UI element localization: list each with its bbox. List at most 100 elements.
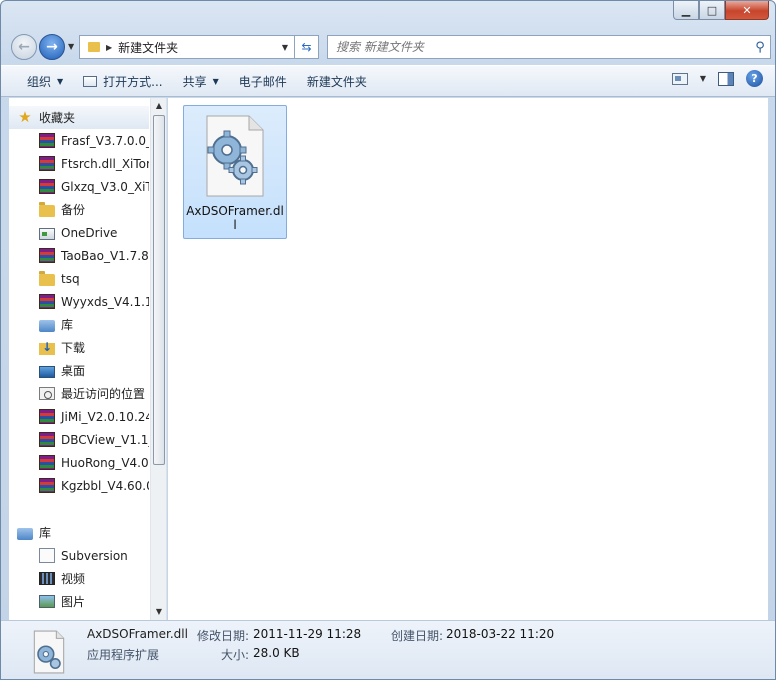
file-item[interactable]: AxDSOFramer.dll bbox=[183, 105, 287, 239]
nav-item[interactable]: Wyyxds_V4.1.1. bbox=[9, 290, 149, 313]
minimize-button[interactable]: ▁ bbox=[673, 1, 699, 20]
back-arrow-icon: ← bbox=[18, 39, 30, 55]
search-input[interactable] bbox=[328, 40, 750, 54]
nav-item[interactable]: Ftsrch.dll_XiTon bbox=[9, 152, 149, 175]
navigation-bar: ← → ▼ ▶ 新建文件夹 ▼ ⇆ ⚲ bbox=[9, 33, 771, 61]
nav-item[interactable]: TaoBao_V1.7.8. bbox=[9, 244, 149, 267]
folder-icon bbox=[39, 201, 55, 217]
nav-item[interactable]: 视频 bbox=[9, 567, 149, 590]
details-file-type: 应用程序扩展 bbox=[87, 648, 160, 662]
nav-item[interactable]: 下载 bbox=[9, 336, 149, 359]
back-button[interactable]: ← bbox=[11, 34, 37, 60]
nav-libraries[interactable]: 库 bbox=[9, 521, 149, 544]
search-box[interactable]: ⚲ bbox=[327, 35, 771, 59]
nav-item-label: 最近访问的位置 bbox=[61, 387, 146, 401]
new-folder-button[interactable]: 新建文件夹 bbox=[297, 69, 377, 93]
dll-settings-file-icon bbox=[206, 115, 264, 197]
email-label: 电子邮件 bbox=[238, 74, 287, 89]
nav-item[interactable]: HuoRong_V4.0. bbox=[9, 451, 149, 474]
help-icon[interactable]: ? bbox=[746, 70, 763, 87]
close-button[interactable]: ✕ bbox=[725, 1, 769, 20]
address-dropdown-icon[interactable]: ▼ bbox=[282, 43, 288, 52]
details-pane: AxDSOFramer.dll 应用程序扩展 修改日期: 2011-11-29 … bbox=[1, 620, 775, 679]
nav-item-label: JiMi_V2.0.10.24_ bbox=[61, 409, 149, 424]
nav-item[interactable]: 图片 bbox=[9, 590, 149, 613]
scrollbar-thumb[interactable] bbox=[153, 115, 165, 465]
rar-archive-icon bbox=[39, 179, 55, 194]
navigation-pane: ★ 收藏夹 Frasf_V3.7.0.0_X Ftsrch.dll_XiTon Gl… bbox=[9, 98, 167, 620]
recent-places-icon bbox=[39, 387, 55, 400]
view-options-dropdown-icon[interactable]: ▼ bbox=[700, 74, 706, 83]
scroll-up-icon[interactable]: ▲ bbox=[151, 98, 166, 114]
nav-item[interactable]: 库 bbox=[9, 313, 149, 336]
search-icon[interactable]: ⚲ bbox=[750, 40, 770, 55]
recent-pages-dropdown[interactable]: ▼ bbox=[68, 42, 74, 51]
maximize-button[interactable]: □ bbox=[699, 1, 725, 20]
minimize-icon: ▁ bbox=[681, 3, 691, 17]
library-icon bbox=[39, 319, 55, 332]
nav-item[interactable]: JiMi_V2.0.10.24_ bbox=[9, 405, 149, 428]
share-dropdown-icon: ▼ bbox=[212, 76, 219, 86]
rar-archive-icon bbox=[39, 409, 55, 424]
nav-item-label: Glxzq_V3.0_XiTo bbox=[61, 179, 149, 194]
rar-archive-icon bbox=[39, 432, 55, 447]
new-folder-label: 新建文件夹 bbox=[306, 74, 367, 89]
preview-pane-icon[interactable] bbox=[718, 71, 734, 86]
organize-button[interactable]: 组织 ▼ bbox=[17, 69, 73, 93]
address-bar[interactable]: ▶ 新建文件夹 ▼ bbox=[79, 35, 295, 59]
nav-item-label: 下载 bbox=[61, 341, 86, 355]
nav-libraries-label: 库 bbox=[39, 526, 52, 540]
scroll-down-icon[interactable]: ▼ bbox=[151, 604, 166, 620]
file-name: AxDSOFramer.dll bbox=[186, 204, 284, 232]
email-button[interactable]: 电子邮件 bbox=[229, 69, 297, 93]
nav-item[interactable]: Kgzbbl_V4.60.0 bbox=[9, 474, 149, 497]
folder-icon bbox=[39, 270, 55, 286]
rar-archive-icon bbox=[39, 248, 55, 263]
nav-item-label: DBCView_V1.1_ bbox=[61, 432, 149, 447]
drive-icon bbox=[39, 227, 55, 240]
folder-icon bbox=[88, 42, 100, 52]
command-bar: 组织 ▼ 打开方式... 共享 ▼ 电子邮件 新建文件夹 ▼ ? bbox=[1, 65, 775, 97]
maximize-icon: □ bbox=[706, 3, 718, 17]
nav-item-label: 库 bbox=[61, 318, 74, 332]
nav-item[interactable]: Subversion bbox=[9, 544, 149, 567]
share-label: 共享 bbox=[182, 74, 207, 89]
organize-label: 组织 bbox=[27, 74, 52, 89]
open-with-button[interactable]: 打开方式... bbox=[73, 69, 172, 93]
caption-buttons: ▁ □ ✕ bbox=[673, 1, 769, 21]
details-created-label: 创建日期: bbox=[391, 629, 444, 643]
address-path[interactable]: 新建文件夹 bbox=[118, 39, 282, 56]
downloads-icon bbox=[39, 340, 55, 355]
details-size-label: 大小: bbox=[221, 648, 250, 662]
nav-item[interactable]: 桌面 bbox=[9, 359, 149, 382]
share-button[interactable]: 共享 ▼ bbox=[173, 69, 229, 93]
picture-icon bbox=[39, 595, 55, 608]
nav-item[interactable]: Glxzq_V3.0_XiTo bbox=[9, 175, 149, 198]
nav-item[interactable]: OneDrive bbox=[9, 221, 149, 244]
forward-button[interactable]: → bbox=[39, 34, 65, 60]
refresh-icon: ⇆ bbox=[301, 40, 312, 54]
nav-item-label: Frasf_V3.7.0.0_X bbox=[61, 133, 149, 148]
change-view-icon[interactable] bbox=[671, 72, 688, 85]
nav-item-label: TaoBao_V1.7.8. bbox=[61, 248, 149, 263]
nav-favorites[interactable]: ★ 收藏夹 bbox=[9, 106, 149, 129]
nav-item[interactable]: 最近访问的位置 bbox=[9, 382, 149, 405]
star-icon: ★ bbox=[18, 108, 32, 126]
breadcrumb-chevron-icon[interactable]: ▶ bbox=[106, 43, 112, 52]
nav-item[interactable]: 备份 bbox=[9, 198, 149, 221]
nav-item-label: 桌面 bbox=[61, 364, 86, 378]
nav-item[interactable]: DBCView_V1.1_ bbox=[9, 428, 149, 451]
nav-item[interactable]: Frasf_V3.7.0.0_X bbox=[9, 129, 149, 152]
nav-item[interactable]: tsq bbox=[9, 267, 149, 290]
refresh-button[interactable]: ⇆ bbox=[295, 35, 319, 59]
details-modified-value: 2011-11-29 11:28 bbox=[253, 627, 362, 641]
explorer-window: ▁ □ ✕ ← → ▼ ▶ 新建文件夹 ▼ ⇆ ⚲ 组织 ▼ 打开方式... 共享… bbox=[0, 0, 776, 680]
organize-dropdown-icon: ▼ bbox=[57, 76, 64, 86]
rar-archive-icon bbox=[39, 294, 55, 309]
nav-favorites-label: 收藏夹 bbox=[39, 111, 76, 125]
nav-pane-scrollbar[interactable]: ▲ ▼ bbox=[150, 98, 166, 620]
rar-archive-icon bbox=[39, 156, 55, 171]
dll-settings-file-icon bbox=[33, 630, 65, 674]
desktop-icon bbox=[39, 365, 55, 378]
open-with-icon bbox=[83, 75, 98, 87]
